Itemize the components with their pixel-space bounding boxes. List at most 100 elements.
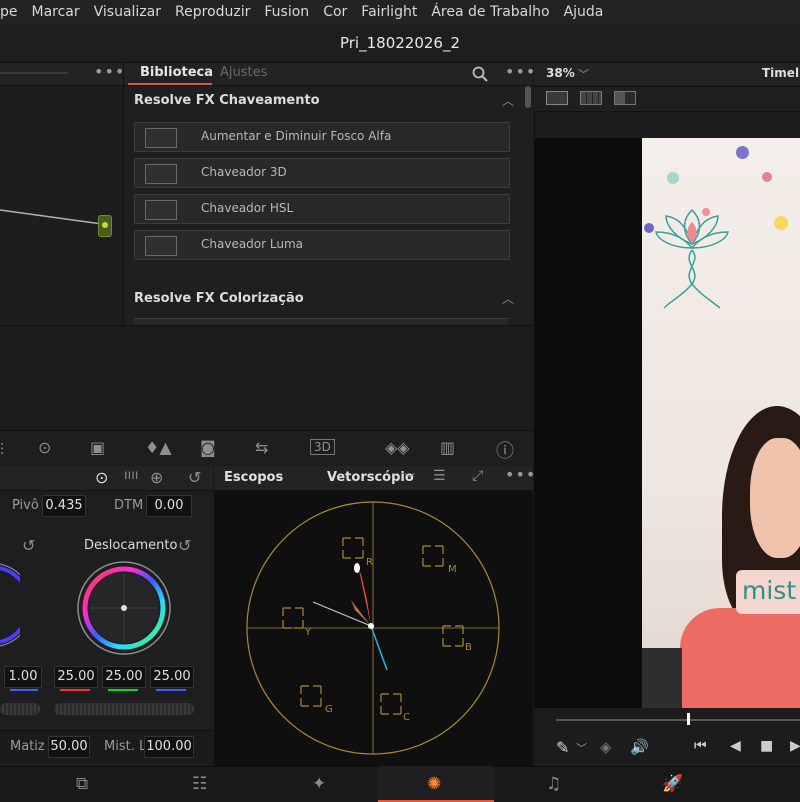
tab-biblioteca[interactable]: Biblioteca xyxy=(140,65,213,80)
mistl-field[interactable]: 100.00 xyxy=(144,736,194,758)
edit-page-icon[interactable]: ☷ xyxy=(192,774,207,794)
layers-icon[interactable]: ◈ xyxy=(600,738,612,756)
info-icon[interactable]: ⓘ xyxy=(496,437,514,463)
fx-item[interactable]: Chaveador Luma xyxy=(134,230,510,260)
green-underline xyxy=(108,689,138,691)
fusion-page-icon[interactable]: ✦ xyxy=(312,774,326,794)
offset-wheel-title: Deslocamento xyxy=(84,538,178,553)
chevron-up-icon[interactable]: ︿ xyxy=(502,290,514,307)
color-page-icon[interactable]: ✺ xyxy=(427,774,441,794)
search-icon[interactable] xyxy=(472,66,488,82)
skip-first-icon[interactable]: ⏮ xyxy=(694,738,707,754)
person-face xyxy=(750,438,800,558)
3d-icon[interactable]: 3D xyxy=(310,439,335,455)
magic-mask-icon[interactable]: ▣ xyxy=(90,438,105,457)
sizing-icon[interactable]: ⇆ xyxy=(255,438,268,457)
wall-dot xyxy=(774,216,788,230)
reset-offset-icon[interactable]: ↺ xyxy=(178,536,191,555)
gallery-icon[interactable] xyxy=(580,91,602,105)
alpha-matte-icon xyxy=(145,128,177,148)
menu-reproduzir[interactable]: Reproduzir xyxy=(168,0,257,24)
viewer-mode-bar xyxy=(534,86,800,112)
menu-cor[interactable]: Cor xyxy=(316,0,354,24)
node-editor[interactable] xyxy=(0,63,124,325)
offset-blue-field[interactable]: 25.00 xyxy=(150,666,194,688)
menu-area-de-trabalho[interactable]: Área de Trabalho xyxy=(424,0,556,24)
offset-green-field[interactable]: 25.00 xyxy=(102,666,146,688)
gain-wheel-partial[interactable] xyxy=(0,560,20,650)
step-back-icon[interactable]: ◀ xyxy=(730,738,741,754)
tab-ajustes[interactable]: Ajustes xyxy=(220,65,267,80)
scope-mode-dropdown[interactable]: Vetorscópio xyxy=(327,470,414,485)
stop-icon[interactable]: ■ xyxy=(760,738,773,754)
offset-color-wheel[interactable] xyxy=(76,560,172,656)
fx-item[interactable]: Aumentar e Diminuir Fosco Alfa xyxy=(134,122,510,152)
blur-icon[interactable]: ♦▲ xyxy=(145,438,172,457)
target-y-label: Y xyxy=(304,627,312,638)
cut-page-icon[interactable]: ⧉ xyxy=(76,774,88,794)
log-mode-icon[interactable]: ⊕ xyxy=(150,468,163,487)
fx-item[interactable]: Chaveador 3D xyxy=(134,158,510,188)
keyer-3d-icon xyxy=(145,164,177,184)
zoom-level[interactable]: 38% xyxy=(546,66,575,80)
key-icon[interactable]: ◙ xyxy=(200,438,216,457)
bars-mode-icon[interactable]: ıııı xyxy=(124,468,138,483)
expand-icon[interactable]: ⤢ xyxy=(472,468,483,484)
lift-master-slider[interactable] xyxy=(0,703,40,715)
node-slider[interactable] xyxy=(0,72,68,74)
tracker-icon[interactable]: ⊙ xyxy=(38,438,51,457)
scope-settings-icon[interactable]: ☰ xyxy=(433,468,446,484)
menu-fusion[interactable]: Fusion xyxy=(257,0,316,24)
menu-marcar[interactable]: Marcar xyxy=(25,0,87,24)
picker-icon[interactable]: ✎ xyxy=(556,738,569,757)
playhead[interactable] xyxy=(687,713,690,725)
info-graph-icon[interactable]: ▥ xyxy=(440,438,455,457)
pivo-field[interactable]: 0.435 xyxy=(42,495,86,517)
lotus-logo-icon xyxy=(655,208,729,309)
matiz-field[interactable]: 50.00 xyxy=(48,736,90,758)
node-connection-line xyxy=(0,209,103,225)
wall-dot xyxy=(762,172,772,182)
menu-fairlight[interactable]: Fairlight xyxy=(354,0,424,24)
offset-master-slider[interactable] xyxy=(54,703,194,715)
library-options-icon[interactable]: ••• xyxy=(505,62,536,81)
target-r-label: R xyxy=(366,557,373,568)
single-viewer-icon[interactable] xyxy=(546,91,568,105)
node-options-icon[interactable]: ••• xyxy=(94,62,125,81)
reset-all-icon[interactable]: ↺ xyxy=(188,468,201,487)
picker-chevron-icon[interactable]: ﹀ xyxy=(576,740,587,756)
fx-item-label: Aumentar e Diminuir Fosco Alfa xyxy=(201,129,392,143)
split-icon[interactable] xyxy=(614,91,636,105)
section-chaveamento[interactable]: Resolve FX Chaveamento xyxy=(134,93,320,108)
keyer-luma-icon xyxy=(145,236,177,256)
play-icon[interactable]: ▶ xyxy=(790,738,800,754)
section-colorizacao[interactable]: Resolve FX Colorização xyxy=(134,291,304,306)
chevron-up-icon[interactable]: ︿ xyxy=(502,92,514,109)
curves-icon[interactable]: ⫶ xyxy=(0,440,4,460)
speaker-icon[interactable]: 🔊 xyxy=(630,738,649,756)
menu-ajuda[interactable]: Ajuda xyxy=(557,0,611,24)
pivo-label: Pivô xyxy=(12,498,39,513)
menu-visualizar[interactable]: Visualizar xyxy=(87,0,168,24)
offset-red-field[interactable]: 25.00 xyxy=(54,666,98,688)
target-m-label: M xyxy=(448,564,457,575)
deliver-page-icon[interactable]: 🚀 xyxy=(662,774,683,794)
blue-underline xyxy=(10,689,38,691)
menu-pe[interactable]: pe xyxy=(0,0,25,24)
keyer-hsl-icon xyxy=(145,200,177,220)
dtm-field[interactable]: 0.00 xyxy=(146,495,192,517)
node-output-icon[interactable] xyxy=(98,215,112,237)
fx-item-label: Chaveador 3D xyxy=(201,165,287,179)
library-scrollbar[interactable] xyxy=(525,86,531,108)
scrubber-track[interactable] xyxy=(556,719,800,721)
grades-icon[interactable]: ◈◈ xyxy=(385,438,410,457)
lift-value-field[interactable]: 1.00 xyxy=(4,666,42,688)
fx-item[interactable]: Chaveador HSL xyxy=(134,194,510,224)
wheels-mode-icon[interactable]: ⊙ xyxy=(95,468,108,487)
reset-wheel-icon[interactable]: ↺ xyxy=(22,536,35,555)
scope-options-icon[interactable]: ••• xyxy=(505,465,536,484)
person-body xyxy=(680,608,800,708)
chevron-down-icon[interactable]: ﹀ xyxy=(404,470,415,486)
fairlight-page-icon[interactable]: ♫ xyxy=(546,774,561,794)
zoom-chevron-icon[interactable]: ﹀ xyxy=(578,66,589,82)
